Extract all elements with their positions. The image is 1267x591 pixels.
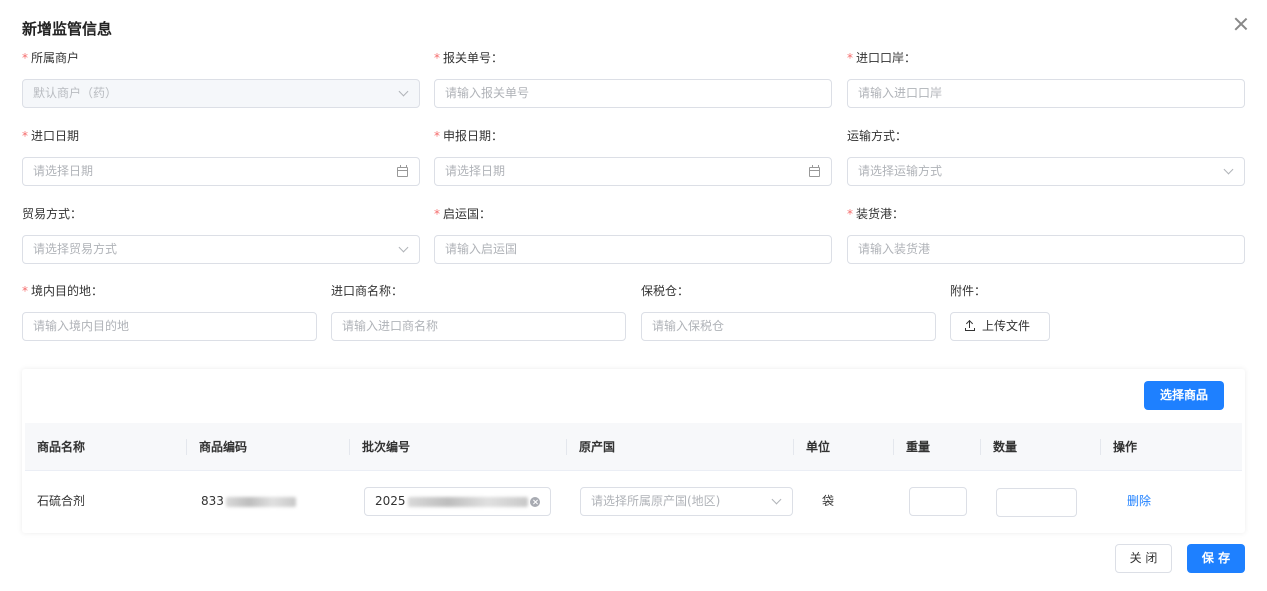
column-header: 原产国 [567, 423, 794, 471]
trade-select[interactable]: 请选择贸易方式 [22, 235, 420, 264]
weight-input[interactable] [909, 487, 967, 516]
loading-port-field: * 装货港： 请输入装货港 [847, 206, 1245, 266]
upload-file-button[interactable]: 上传文件 [950, 312, 1050, 341]
customs-no-field: * 报关单号： 请输入报关单号 [434, 50, 832, 110]
save-button[interactable]: 保 存 [1187, 544, 1245, 573]
goods-code: 833 [189, 472, 296, 530]
origin-country-label: * 启运国： [434, 207, 492, 221]
trade-field: 贸易方式： 请选择贸易方式 [22, 206, 420, 266]
transport-select[interactable]: 请选择运输方式 [847, 157, 1245, 186]
close-button[interactable]: 关 闭 [1115, 544, 1172, 573]
column-header: 操作 [1113, 440, 1138, 454]
declare-date-field: * 申报日期： 请选择日期 [434, 128, 832, 188]
clear-icon[interactable] [530, 497, 540, 507]
origin-country-field: * 启运国： 请输入启运国 [434, 206, 832, 266]
dialog-title: 新增监管信息 [22, 20, 113, 38]
declare-date-picker[interactable]: 请选择日期 [434, 157, 832, 186]
importer-field: 进口商名称： 请输入进口商名称 [331, 283, 626, 343]
import-port-input[interactable]: 请输入进口口岸 [847, 79, 1245, 108]
chevron-down-icon [398, 242, 409, 253]
importer-label: 进口商名称： [331, 284, 404, 298]
column-header: 商品名称 [25, 423, 187, 471]
trade-label: 贸易方式： [22, 207, 83, 221]
loading-port-label: * 装货港： [847, 207, 905, 221]
destination-field: * 境内目的地： 请输入境内目的地 [22, 283, 317, 343]
batch-input[interactable]: 2025 [364, 487, 551, 516]
column-header: 重量 [894, 423, 981, 471]
import-port-field: * 进口口岸： 请输入进口口岸 [847, 50, 1245, 110]
origin-country-input[interactable]: 请输入启运国 [434, 235, 832, 264]
calendar-icon [809, 165, 820, 177]
close-icon[interactable] [1233, 16, 1249, 32]
delete-link[interactable]: 删除 [1115, 472, 1151, 530]
redacted-batch [407, 496, 528, 507]
calendar-icon [397, 165, 408, 177]
add-supervision-dialog: 新增监管信息 * 所属商户 默认商户（药） * 报关单号： 请输入报关单号 * 进口口… [0, 0, 1267, 591]
import-date-picker[interactable]: 请选择日期 [22, 157, 420, 186]
transport-label: 运输方式： [847, 129, 908, 143]
redacted-code [225, 496, 296, 507]
upload-icon [965, 319, 975, 331]
customs-no-label: * 报关单号： [434, 51, 504, 65]
merchant-field: * 所属商户 默认商户（药） [22, 50, 420, 110]
attachment-label: 附件： [950, 284, 987, 298]
chevron-down-icon [1223, 164, 1234, 175]
goods-table-header: 商品名称 商品编码 批次编号 原产国 单位 重量 数量 操作 [25, 423, 1242, 471]
origin-country-select[interactable]: 请选择所属原产国(地区) [580, 487, 793, 516]
chevron-down-icon [771, 494, 782, 505]
quantity-input[interactable] [996, 488, 1077, 517]
attachment-field: 附件： 上传文件 [950, 283, 1060, 343]
bonded-label: 保税仓： [641, 284, 690, 298]
goods-unit: 袋 [822, 494, 835, 508]
column-header: 批次编号 [350, 423, 567, 471]
customs-no-input[interactable]: 请输入报关单号 [434, 79, 832, 108]
goods-panel: 选择商品 商品名称 商品编码 批次编号 原产国 单位 重量 数量 操作 石硫合剂… [22, 369, 1245, 533]
column-header: 数量 [981, 423, 1101, 471]
importer-input[interactable]: 请输入进口商名称 [331, 312, 626, 341]
table-row: 石硫合剂 833 2025 请选择所属原产国(地区) 袋 删除 [25, 472, 1242, 530]
goods-name: 石硫合剂 [37, 494, 86, 508]
import-port-label: * 进口口岸： [847, 51, 917, 65]
destination-input[interactable]: 请输入境内目的地 [22, 312, 317, 341]
merchant-label: * 所属商户 [22, 51, 80, 65]
bonded-field: 保税仓： 请输入保税仓 [641, 283, 936, 343]
merchant-select[interactable]: 默认商户（药） [22, 79, 420, 108]
chevron-down-icon [398, 86, 409, 97]
column-header: 单位 [794, 423, 894, 471]
transport-field: 运输方式： 请选择运输方式 [847, 128, 1245, 188]
destination-label: * 境内目的地： [22, 284, 104, 298]
declare-date-label: * 申报日期： [434, 129, 504, 143]
column-header: 商品编码 [187, 423, 350, 471]
import-date-label: * 进口日期 [22, 129, 80, 143]
select-goods-button[interactable]: 选择商品 [1144, 381, 1224, 410]
loading-port-input[interactable]: 请输入装货港 [847, 235, 1245, 264]
bonded-input[interactable]: 请输入保税仓 [641, 312, 936, 341]
import-date-field: * 进口日期 请选择日期 [22, 128, 420, 188]
